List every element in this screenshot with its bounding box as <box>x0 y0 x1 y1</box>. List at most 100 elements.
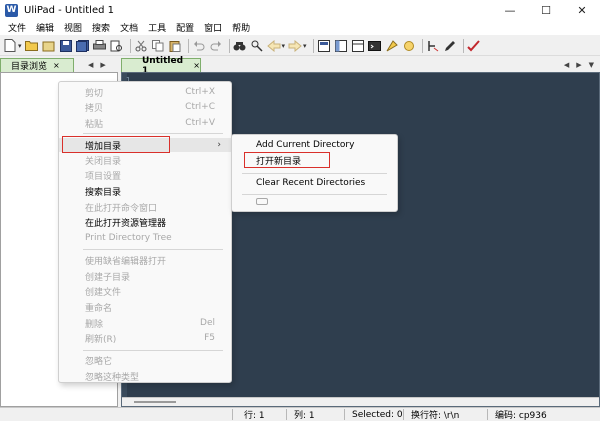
menu-item-ignore-type[interactable]: 忽略这种类型 <box>59 369 231 383</box>
tab-untitled-1[interactable]: Untitled 1 × <box>121 56 201 76</box>
close-icon[interactable]: × <box>53 61 60 70</box>
menu-item-copy[interactable]: 拷贝 Ctrl+C <box>59 100 231 114</box>
toolbar-separator <box>187 38 189 53</box>
menu-item-label: 忽略它 <box>85 356 113 367</box>
menu-view[interactable]: 视图 <box>59 21 87 34</box>
horizontal-scrollbar[interactable] <box>122 397 599 406</box>
tab-left-arrow-icon[interactable]: ◀ <box>564 61 569 69</box>
status-separator <box>403 409 404 420</box>
open-file-icon[interactable] <box>42 39 56 53</box>
editor-tab-arrows: ◀ ▶ ▼ <box>564 58 594 72</box>
menu-item-cut[interactable]: 剪切 Ctrl+X <box>59 85 231 99</box>
menu-item-open-explorer[interactable]: 在此打开资源管理器 <box>59 215 231 229</box>
submenu-item-clear-recent[interactable]: Clear Recent Directories <box>232 176 397 190</box>
context-menu: 剪切 Ctrl+X 拷贝 Ctrl+C 粘贴 Ctrl+V 增加目录 › 关闭目… <box>58 81 232 383</box>
menu-item-create-subdirectory[interactable]: 创建子目录 <box>59 269 231 283</box>
menu-item-ignore[interactable]: 忽略它 <box>59 353 231 367</box>
close-button[interactable]: ✕ <box>564 0 600 20</box>
print-icon[interactable] <box>93 39 107 53</box>
submenu-arrow-icon: › <box>217 140 221 150</box>
spell-check-icon[interactable] <box>467 39 481 53</box>
forward-icon[interactable] <box>288 39 302 53</box>
menu-item-rename[interactable]: 重命名 <box>59 300 231 314</box>
empty-placeholder-icon <box>256 198 268 205</box>
menu-item-label: 忽略这种类型 <box>85 372 140 383</box>
menu-window[interactable]: 窗口 <box>199 21 227 34</box>
status-separator <box>232 409 233 420</box>
menu-item-label: Print Directory Tree <box>85 233 172 243</box>
paste-icon[interactable] <box>168 39 182 53</box>
new-file-icon[interactable] <box>3 39 17 53</box>
maximize-button[interactable]: ☐ <box>528 0 564 20</box>
pen-tool-icon[interactable] <box>443 39 457 53</box>
back-icon[interactable] <box>266 39 281 53</box>
open-folder-icon[interactable] <box>25 39 39 53</box>
menu-item-label: 创建子目录 <box>85 272 131 283</box>
menu-item-close-directory[interactable]: 关闭目录 <box>59 153 231 167</box>
run-script-icon[interactable] <box>385 39 399 53</box>
close-icon[interactable]: × <box>193 61 200 70</box>
forward-dropdown-icon[interactable]: ▾ <box>303 42 307 50</box>
status-separator <box>286 409 287 420</box>
python-shell-icon[interactable] <box>368 39 382 53</box>
redo-icon[interactable] <box>209 39 223 53</box>
menu-tools[interactable]: 工具 <box>143 21 171 34</box>
menu-config[interactable]: 配置 <box>171 21 199 34</box>
copy-icon[interactable] <box>151 39 165 53</box>
menu-document[interactable]: 文档 <box>115 21 143 34</box>
tab-list-dropdown-icon[interactable]: ▼ <box>589 61 594 69</box>
menu-item-shortcut: Ctrl+X <box>185 87 215 97</box>
print-preview-icon[interactable] <box>110 39 124 53</box>
panel-toggle-icon[interactable] <box>334 39 348 53</box>
menu-item-delete[interactable]: 删除 Del <box>59 316 231 330</box>
scrollbar-thumb[interactable] <box>134 401 176 403</box>
tab-left-arrow-icon[interactable]: ◀ <box>88 61 93 69</box>
cut-icon[interactable] <box>134 39 148 53</box>
status-separator <box>487 409 488 420</box>
window-layout-icon[interactable] <box>351 39 365 53</box>
minimize-button[interactable]: — <box>492 0 528 20</box>
find-icon[interactable] <box>233 39 247 53</box>
preferences-icon[interactable] <box>317 39 331 53</box>
toolbar-separator <box>228 38 230 53</box>
window-controls: — ☐ ✕ <box>492 0 600 20</box>
menu-item-label: 剪切 <box>85 88 104 99</box>
save-all-icon[interactable] <box>76 39 90 53</box>
menu-item-label: 删除 <box>85 319 104 330</box>
menu-item-label: 在此打开资源管理器 <box>85 218 167 229</box>
new-file-dropdown-icon[interactable]: ▾ <box>18 42 22 50</box>
menu-item-project-settings[interactable]: 项目设置 <box>59 168 231 182</box>
menu-search[interactable]: 搜索 <box>87 21 115 34</box>
menu-item-open-default-editor[interactable]: 使用缺省编辑器打开 <box>59 253 231 267</box>
save-icon[interactable] <box>59 39 73 53</box>
menu-separator <box>83 249 223 250</box>
title-bar: W UliPad - Untitled 1 — ☐ ✕ <box>0 0 600 20</box>
app-icon: W <box>5 3 18 17</box>
menu-separator <box>83 350 223 351</box>
editor-tabs: Untitled 1 × ◀ ▶ ▼ <box>121 56 600 76</box>
menu-item-print-directory-tree[interactable]: Print Directory Tree <box>59 231 231 245</box>
menu-item-create-file[interactable]: 创建文件 <box>59 284 231 298</box>
menu-item-label: 创建文件 <box>85 287 122 298</box>
menu-item-shortcut: Ctrl+V <box>185 118 215 128</box>
menu-file[interactable]: 文件 <box>3 21 31 34</box>
menu-item-paste[interactable]: 粘贴 Ctrl+V <box>59 116 231 130</box>
tab-right-arrow-icon[interactable]: ▶ <box>100 61 105 69</box>
back-dropdown-icon[interactable]: ▾ <box>282 42 286 50</box>
menu-help[interactable]: 帮助 <box>227 21 255 34</box>
undo-icon[interactable] <box>192 39 206 53</box>
tab-directory-browser[interactable]: 目录浏览 × <box>0 58 74 72</box>
menu-item-open-command-window[interactable]: 在此打开命令窗口 <box>59 200 231 214</box>
debug-icon[interactable] <box>402 39 416 53</box>
check-syntax-icon[interactable] <box>426 39 440 53</box>
submenu-item-add-current-directory[interactable]: Add Current Directory <box>232 138 397 152</box>
find-replace-icon[interactable] <box>250 39 264 53</box>
menu-separator <box>242 194 387 195</box>
menu-item-refresh[interactable]: 刷新(R) F5 <box>59 331 231 345</box>
menu-item-label: 重命名 <box>85 303 113 314</box>
menu-edit[interactable]: 编辑 <box>31 21 59 34</box>
menu-item-shortcut: F5 <box>204 333 215 343</box>
highlight-box <box>62 136 170 153</box>
menu-item-search-directory[interactable]: 搜索目录 <box>59 184 231 198</box>
tab-right-arrow-icon[interactable]: ▶ <box>576 61 581 69</box>
